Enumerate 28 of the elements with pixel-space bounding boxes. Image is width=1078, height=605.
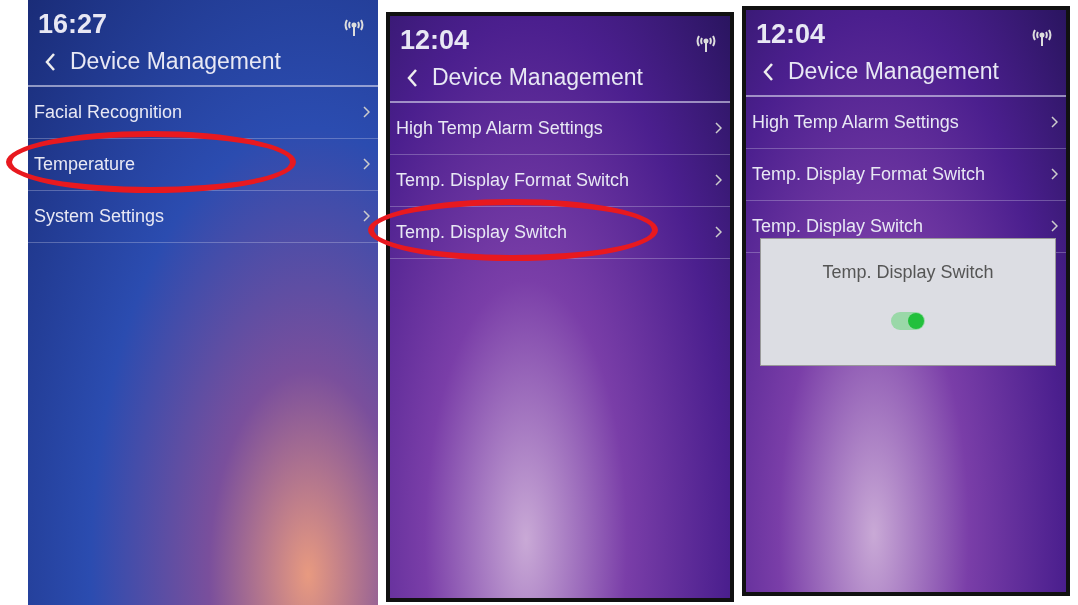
menu-item[interactable]: Temp. Display Format Switch [746, 148, 1066, 201]
toggle-switch[interactable] [891, 312, 925, 330]
screen-title: Device Management [788, 57, 999, 87]
dialog-title: Temp. Display Switch [822, 261, 994, 284]
menu-item[interactable]: Facial Recognition [28, 86, 378, 139]
clock-time: 12:04 [400, 24, 470, 57]
chevron-icon [1051, 116, 1058, 129]
chevron-icon [363, 210, 370, 223]
clock-time: 16:27 [38, 8, 108, 41]
screen-title: Device Management [70, 47, 281, 77]
chevron-icon [715, 226, 722, 239]
clock-time: 12:04 [756, 18, 826, 51]
chevron-icon [1051, 220, 1058, 233]
menu-item[interactable]: Temp. Display Format Switch [390, 154, 730, 207]
screen-title: Device Management [432, 63, 643, 93]
menu-item[interactable]: High Temp Alarm Settings [746, 96, 1066, 149]
chevron-icon [1051, 168, 1058, 181]
chevron-icon [715, 174, 722, 187]
back-icon[interactable] [406, 67, 418, 88]
chevron-icon [715, 122, 722, 135]
menu-item[interactable]: High Temp Alarm Settings [390, 102, 730, 155]
back-icon[interactable] [762, 61, 774, 82]
back-icon[interactable] [44, 51, 56, 72]
menu-item[interactable]: Temp. Display Switch [390, 206, 730, 259]
menu-item[interactable]: System Settings [28, 190, 378, 243]
menu-item[interactable]: Temperature [28, 138, 378, 191]
chevron-icon [363, 106, 370, 119]
chevron-icon [363, 158, 370, 171]
